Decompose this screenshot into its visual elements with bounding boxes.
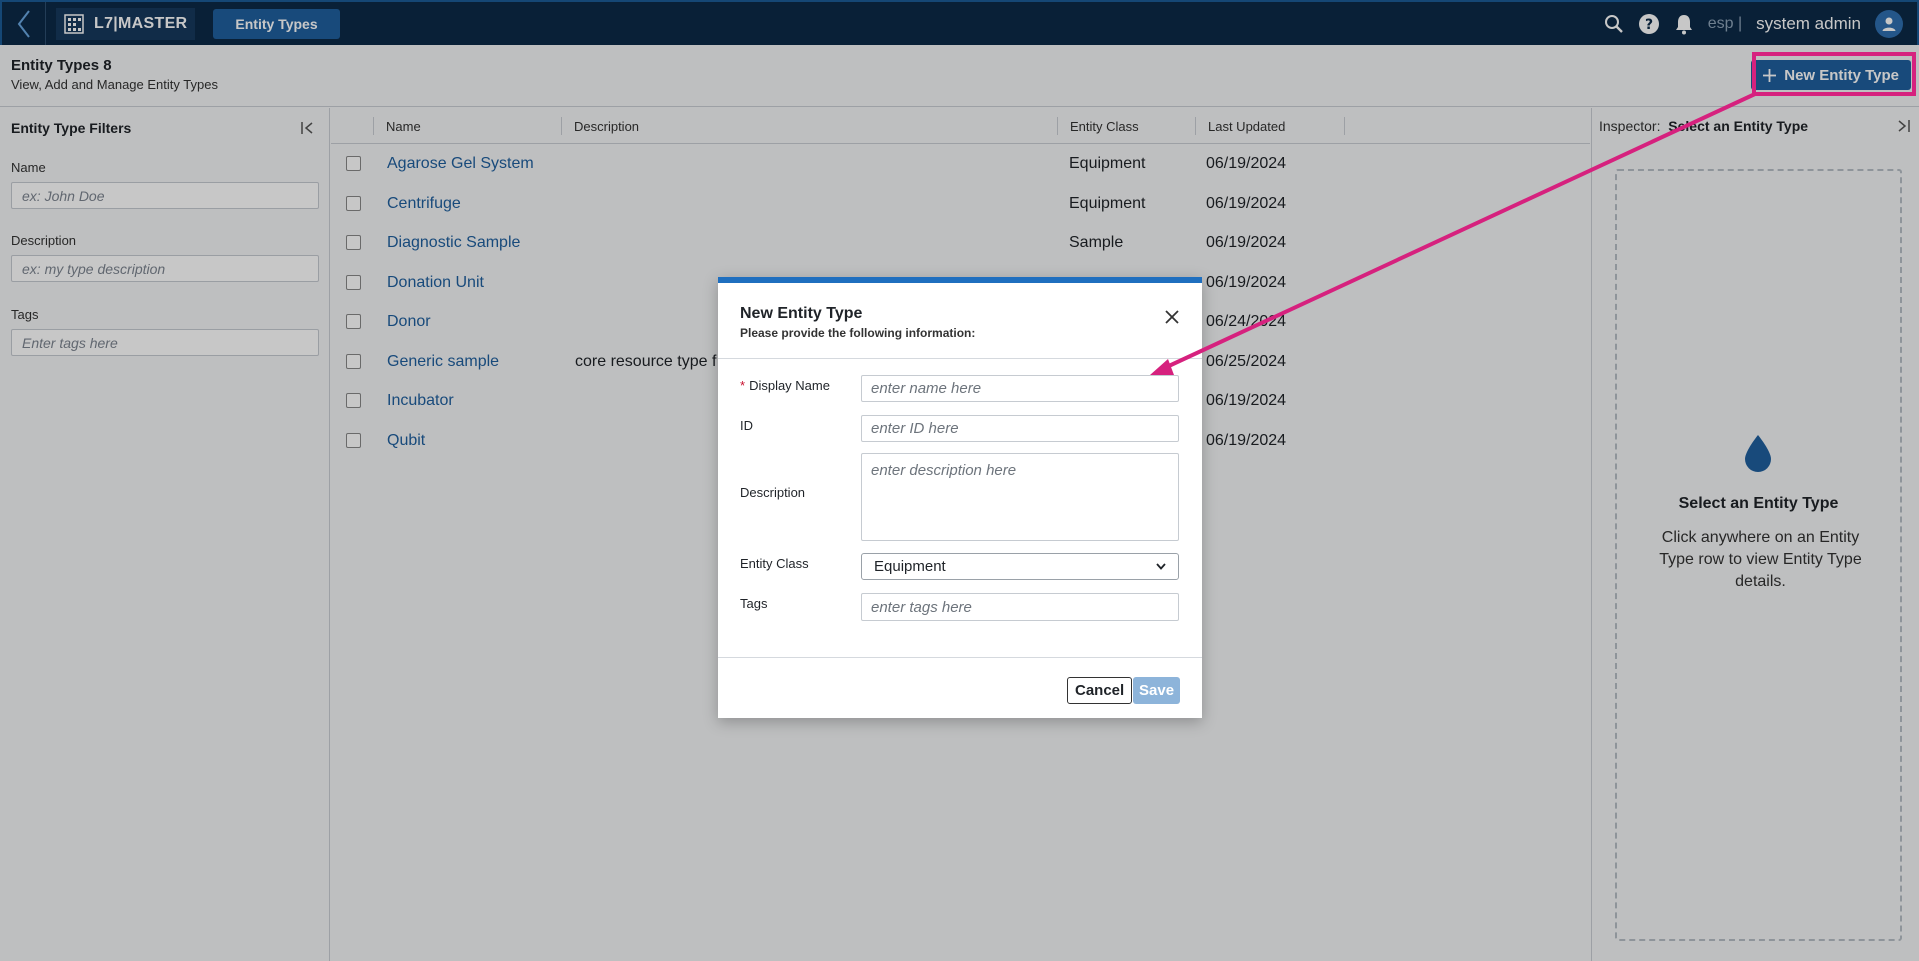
dialog-divider-bottom — [718, 657, 1202, 658]
display-name-label: * Display Name — [740, 378, 830, 393]
entity-class-select[interactable]: Equipment — [861, 553, 1179, 580]
id-input[interactable]: enter ID here — [861, 415, 1179, 442]
tags-input[interactable]: enter tags here — [861, 593, 1179, 621]
display-name-label-text: Display Name — [749, 378, 830, 393]
dialog-divider-top — [718, 358, 1202, 359]
entity-class-label: Entity Class — [740, 556, 809, 571]
save-button[interactable]: Save — [1133, 677, 1181, 704]
close-icon[interactable] — [1164, 309, 1180, 325]
display-name-input[interactable]: enter name here — [861, 375, 1179, 402]
dialog-title: New Entity Type — [740, 305, 863, 322]
new-entity-type-dialog: New Entity Type Please provide the follo… — [718, 277, 1202, 718]
required-marker: * — [740, 378, 746, 393]
id-label: ID — [740, 418, 753, 433]
tags-label: Tags — [740, 596, 768, 611]
description-label: Description — [740, 485, 806, 500]
entity-class-value: Equipment — [874, 558, 946, 575]
chevron-down-icon — [1156, 563, 1166, 570]
dialog-subtitle: Please provide the following information… — [740, 326, 976, 340]
description-textarea[interactable]: enter description here — [861, 453, 1179, 541]
cancel-button[interactable]: Cancel — [1067, 677, 1133, 704]
